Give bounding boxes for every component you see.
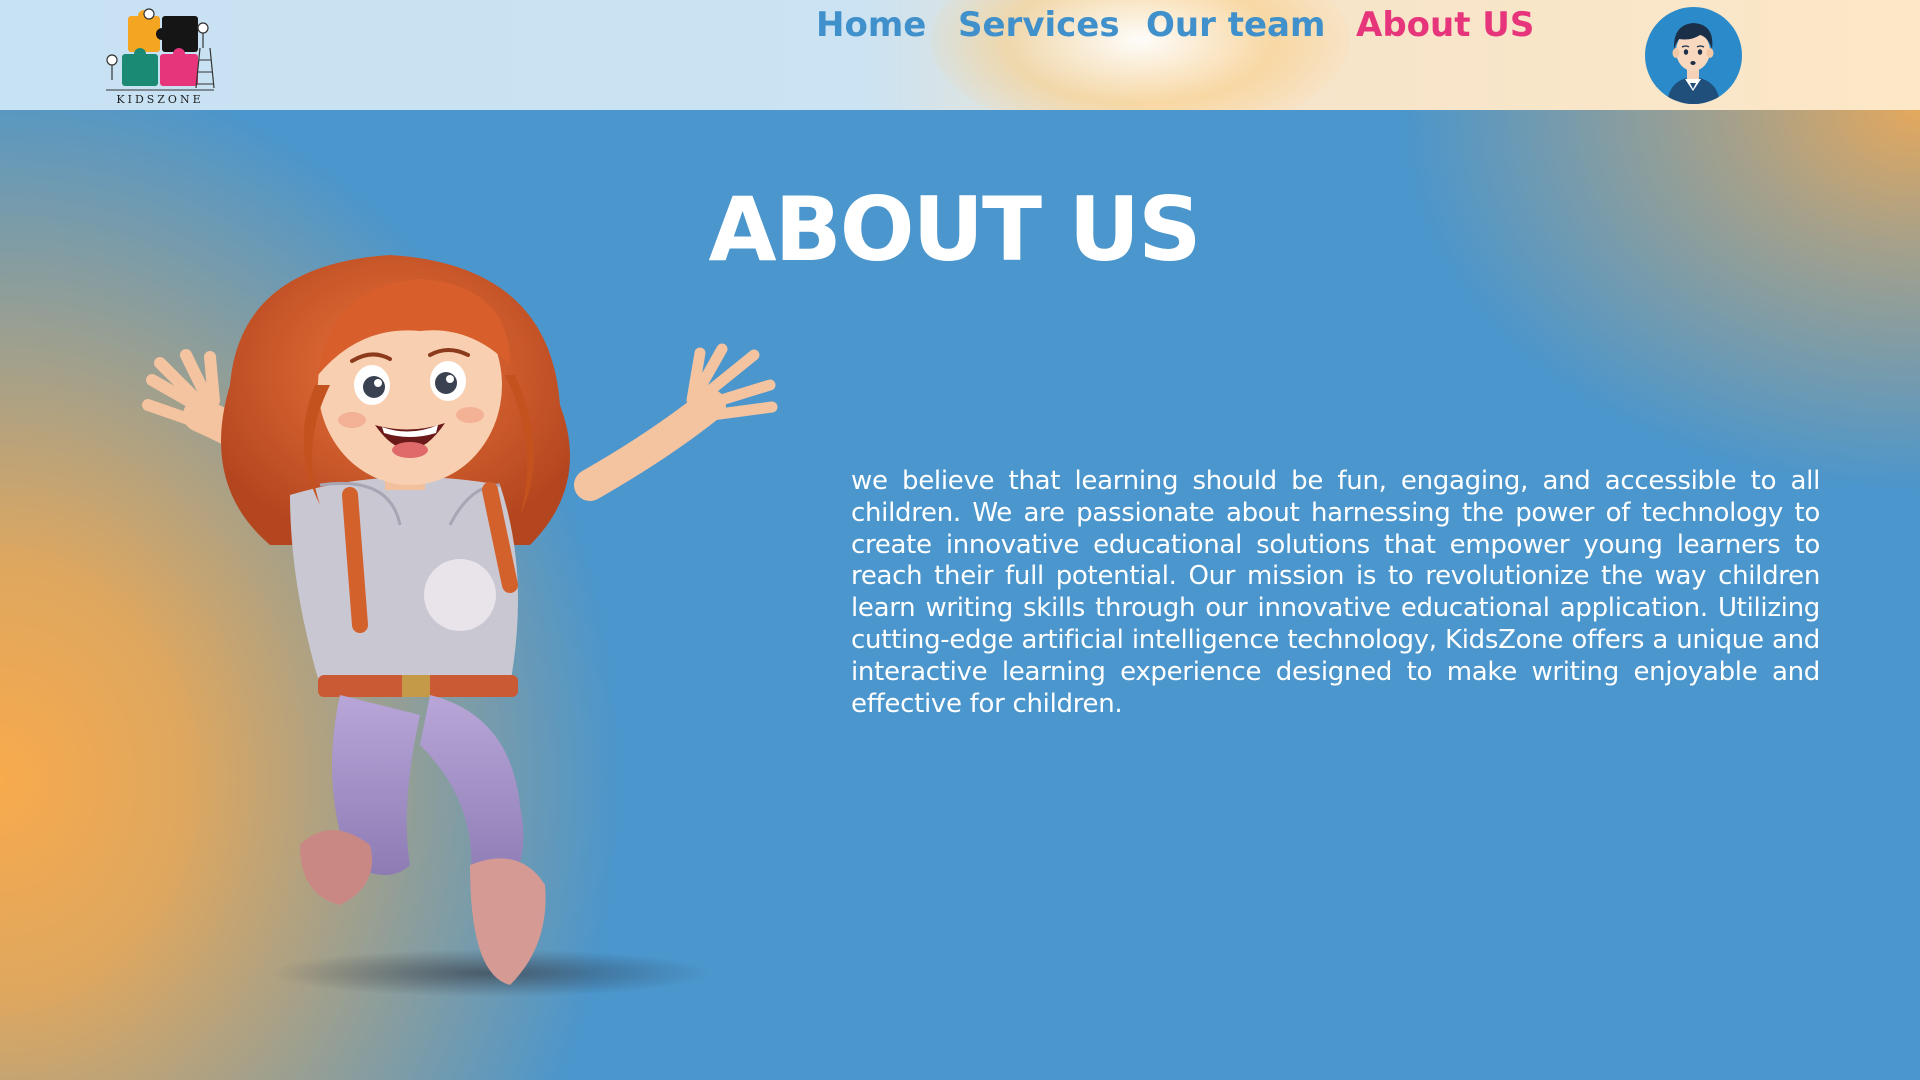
logo-text: KIDSZONE bbox=[116, 93, 204, 106]
nav-about-us-link[interactable]: About US bbox=[1356, 0, 1534, 50]
user-avatar-icon bbox=[1667, 23, 1720, 104]
top-header: KIDSZONE Home Services Our team About US bbox=[0, 0, 1920, 110]
nav-our-team-link[interactable]: Our team bbox=[1146, 0, 1325, 50]
puzzle-logo-icon bbox=[106, 8, 215, 91]
jumping-girl-illustration bbox=[142, 255, 778, 997]
nav-services-link[interactable]: Services bbox=[958, 0, 1120, 50]
user-avatar-button[interactable] bbox=[1645, 7, 1742, 104]
hero-illustration bbox=[90, 245, 810, 1005]
about-description: we believe that learning should be fun, … bbox=[851, 466, 1820, 719]
nav-home-link[interactable]: Home bbox=[816, 0, 926, 50]
kidszone-logo[interactable]: KIDSZONE bbox=[102, 8, 218, 106]
